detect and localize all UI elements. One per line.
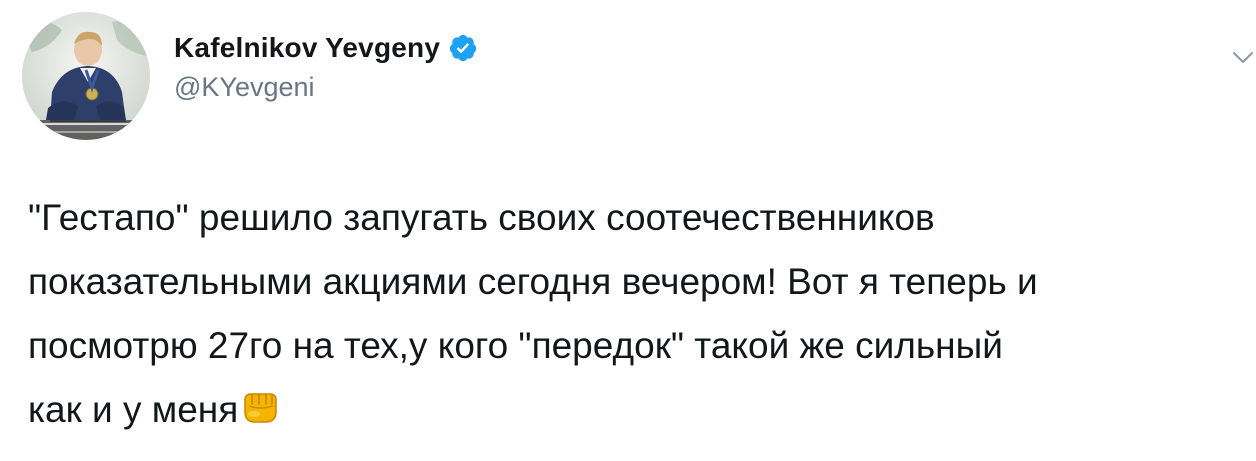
avatar-image bbox=[22, 12, 150, 140]
display-name[interactable]: Kafelnikov Yevgeny bbox=[174, 32, 440, 64]
tweet-line: посмотрю 27го на тех,у кого "передок" та… bbox=[28, 325, 1003, 366]
author-block: Kafelnikov Yevgeny @KYevgeni bbox=[174, 28, 478, 108]
tweet-card: Kafelnikov Yevgeny @KYevgeni "Гестапо" р… bbox=[0, 0, 1256, 461]
tweet-text: "Гестапо" решило запугать своих соотечес… bbox=[28, 186, 1250, 442]
tweet-line: показательными акциями сегодня вечером! … bbox=[28, 261, 1038, 302]
tweet-line: "Гестапо" решило запугать своих соотечес… bbox=[28, 197, 935, 238]
tweet-line-text: как и у меня bbox=[28, 389, 239, 430]
chevron-down-icon[interactable] bbox=[1232, 50, 1254, 66]
avatar[interactable] bbox=[22, 12, 150, 140]
tweet-line-last: как и у меня bbox=[28, 378, 1250, 442]
verified-badge-icon bbox=[448, 33, 478, 63]
name-row: Kafelnikov Yevgeny bbox=[174, 28, 478, 68]
handle[interactable]: @KYevgeni bbox=[174, 72, 478, 103]
fist-emoji-icon bbox=[240, 382, 280, 423]
